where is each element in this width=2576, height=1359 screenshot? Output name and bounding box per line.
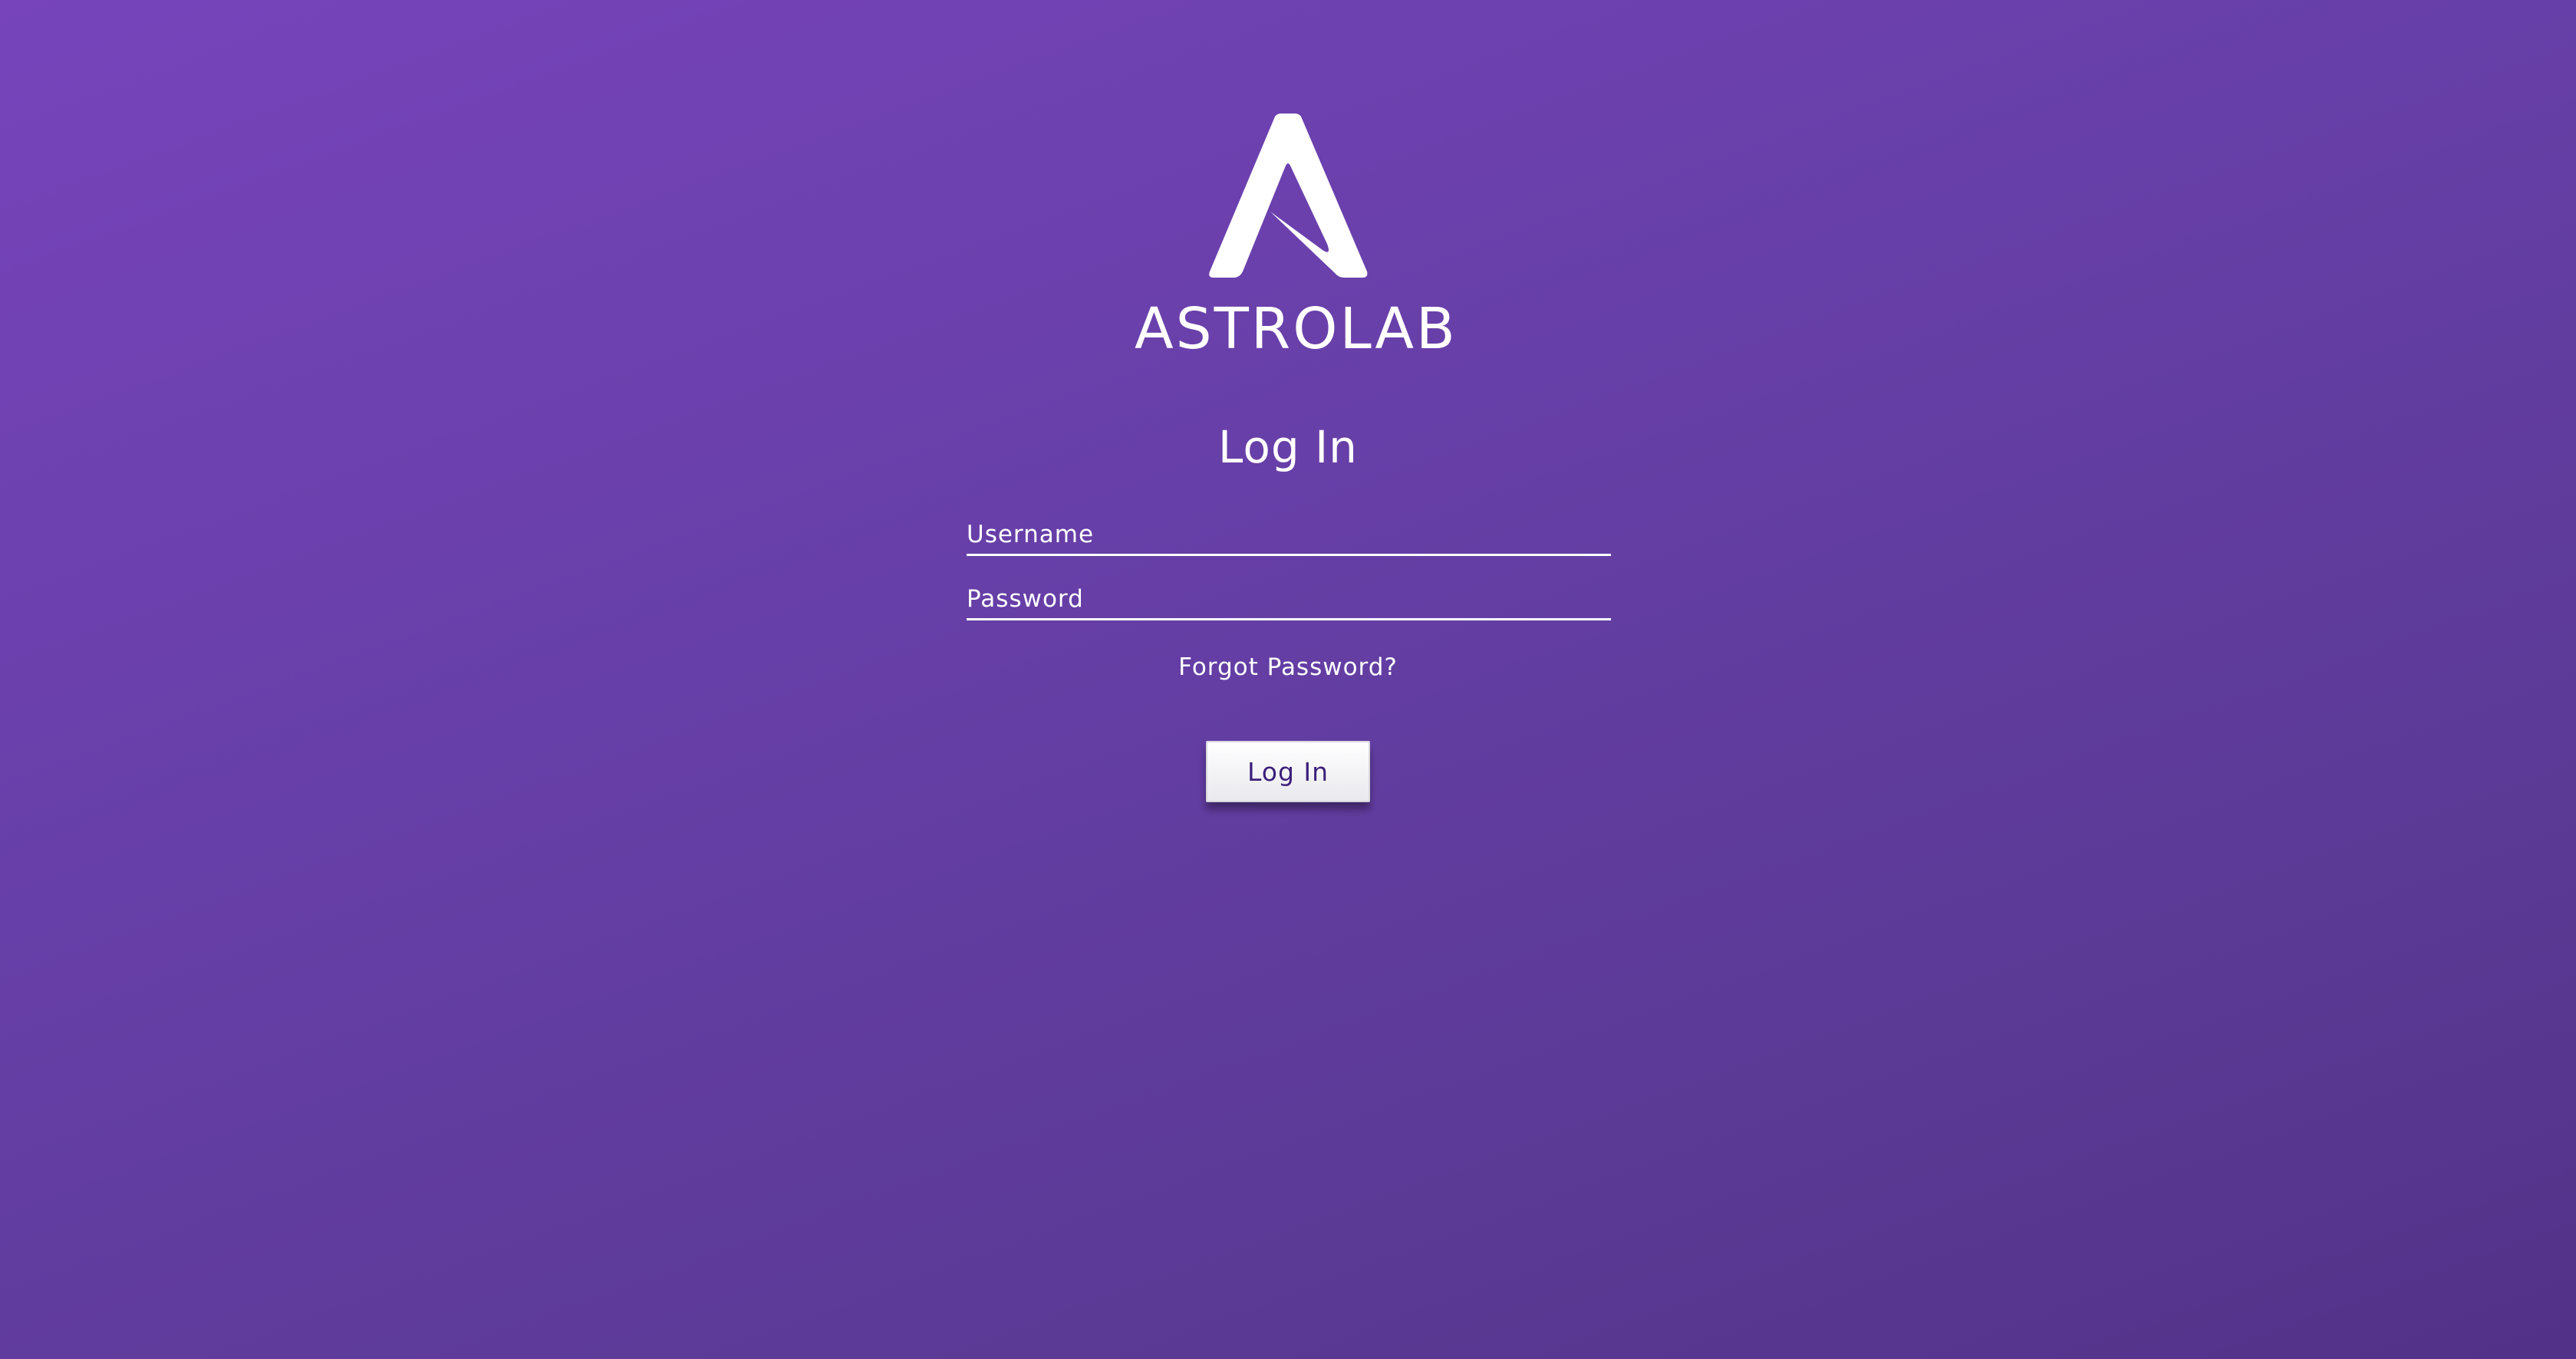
- username-field-container: [967, 515, 1611, 556]
- username-input[interactable]: [967, 515, 1611, 554]
- astrolab-logo-icon: [1207, 114, 1369, 279]
- page-title: Log In: [1218, 421, 1358, 473]
- password-field-container: [967, 580, 1611, 620]
- login-button[interactable]: Log In: [1206, 741, 1370, 802]
- brand-name: ASTROLAB: [1135, 296, 1458, 362]
- forgot-password-link[interactable]: Forgot Password?: [1135, 653, 1441, 681]
- password-input[interactable]: [967, 580, 1611, 618]
